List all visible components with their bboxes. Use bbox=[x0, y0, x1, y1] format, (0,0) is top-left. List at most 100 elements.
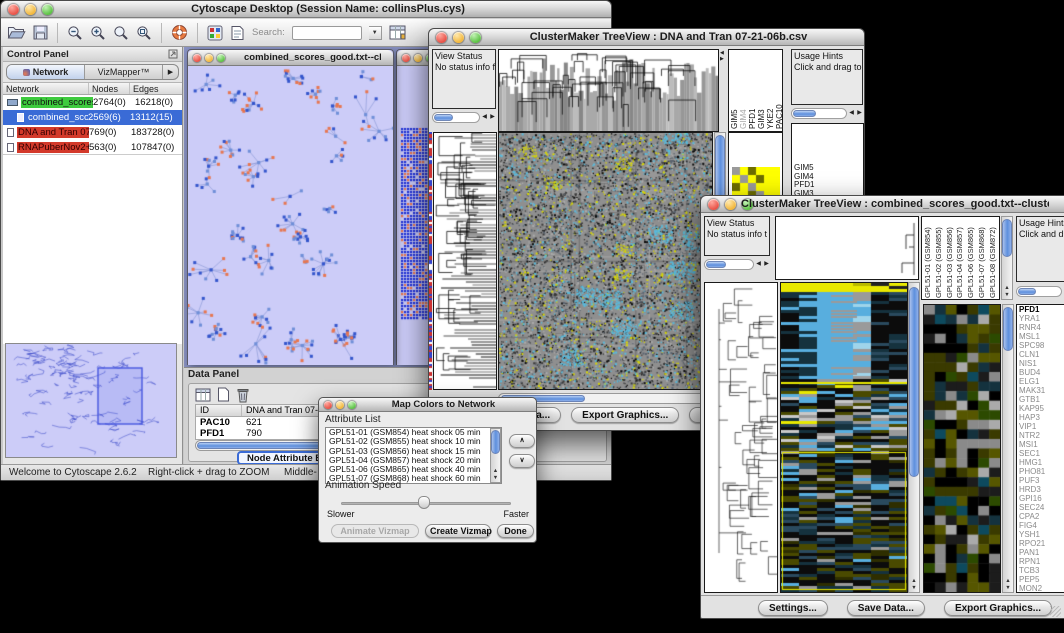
control-panel-tab[interactable]: ▶ bbox=[163, 65, 178, 79]
maximize-icon[interactable] bbox=[217, 54, 225, 62]
annotation-icon[interactable] bbox=[230, 25, 245, 41]
maximize-icon[interactable] bbox=[42, 4, 53, 15]
create-vizmap-button[interactable]: Create Vizmap bbox=[425, 524, 491, 538]
select-attributes-icon[interactable] bbox=[195, 388, 211, 402]
overview-canvas[interactable] bbox=[6, 344, 176, 457]
minimize-icon[interactable] bbox=[453, 32, 464, 43]
row-dendrogram-pane[interactable] bbox=[704, 282, 778, 593]
gene-row-label[interactable]: GTB1 bbox=[1017, 395, 1064, 404]
dialog-titlebar[interactable]: Map Colors to Network bbox=[319, 398, 536, 412]
usage-hints-scrollbar[interactable]: ◀▶ bbox=[791, 107, 863, 120]
save-icon[interactable] bbox=[33, 25, 48, 40]
gene-row-label[interactable]: HMG1 bbox=[1017, 458, 1064, 467]
gene-row-label[interactable]: NTR2 bbox=[1017, 431, 1064, 440]
control-panel-tab[interactable]: VizMapper™ bbox=[85, 65, 163, 79]
zoom-in-icon[interactable] bbox=[90, 25, 106, 41]
zoom-selected-icon[interactable] bbox=[136, 25, 152, 41]
minimize-icon[interactable] bbox=[725, 199, 736, 210]
gene-row-label[interactable]: SEC24 bbox=[1017, 503, 1064, 512]
scroll-arrows-icon[interactable]: ▲▼ bbox=[1003, 578, 1013, 591]
gene-row-label[interactable]: PHO81 bbox=[1017, 467, 1064, 476]
gene-row-label[interactable]: MSL1 bbox=[1017, 332, 1064, 341]
row-labels-vscrollbar[interactable]: ▲▼ bbox=[1002, 304, 1014, 593]
maximize-icon[interactable] bbox=[348, 401, 356, 409]
gene-column-label[interactable]: PFD1 bbox=[748, 52, 757, 129]
scroll-left-icon[interactable]: ◀ bbox=[848, 108, 855, 119]
gene-row-label[interactable]: HAP3 bbox=[1017, 413, 1064, 422]
gene-row-label[interactable]: YSH1 bbox=[1017, 530, 1064, 539]
column-dendrogram-pane[interactable] bbox=[498, 49, 719, 132]
tv2-top-dendro[interactable] bbox=[776, 217, 918, 279]
gene-row-label[interactable]: PUF3 bbox=[1017, 476, 1064, 485]
control-panel-tab[interactable]: Network bbox=[7, 65, 85, 79]
network-row[interactable]: DNA and Tran 07 769(0) 183728(0) bbox=[3, 125, 182, 140]
birdseye-overview-panel[interactable] bbox=[5, 343, 177, 458]
vizmapper-icon[interactable] bbox=[207, 25, 223, 41]
move-down-button[interactable]: ∨ bbox=[509, 454, 535, 468]
attribute-column-header[interactable]: ID bbox=[196, 405, 242, 416]
row-dendrogram-pane[interactable] bbox=[433, 132, 497, 390]
tv2-left-dendro[interactable] bbox=[705, 283, 777, 592]
gene-column-label[interactable]: PAC10 bbox=[775, 52, 783, 129]
gene-row-label[interactable]: RPO21 bbox=[1017, 539, 1064, 548]
gene-row-label[interactable]: ELG1 bbox=[1017, 377, 1064, 386]
treeview2-button[interactable]: Export Graphics... bbox=[944, 600, 1052, 616]
done-button[interactable]: Done bbox=[497, 524, 534, 538]
gene-row-label[interactable]: HRD3 bbox=[1017, 485, 1064, 494]
heatmap-pane[interactable] bbox=[498, 132, 713, 390]
close-icon[interactable] bbox=[708, 199, 719, 210]
help-lifesaver-icon[interactable] bbox=[171, 24, 188, 41]
scroll-right-icon[interactable]: ▶ bbox=[489, 112, 496, 123]
attribute-browser-icon[interactable] bbox=[389, 25, 406, 40]
gene-row-label[interactable]: CLN1 bbox=[1017, 350, 1064, 359]
view-status-scrollbar[interactable]: ◀▶ bbox=[432, 111, 496, 124]
scroll-arrows-icon[interactable]: ▲▼ bbox=[909, 578, 919, 591]
gene-row-label[interactable]: FIG4 bbox=[1017, 521, 1064, 530]
network-table-column[interactable]: Network bbox=[3, 83, 89, 94]
scroll-arrows-icon[interactable]: ▲▼ bbox=[491, 468, 500, 481]
experiment-column-label[interactable]: GPL51-08 (GSM872) bbox=[988, 218, 999, 298]
close-icon[interactable] bbox=[8, 4, 19, 15]
desktop-titlebar[interactable]: Cytoscape Desktop (Session Name: collins… bbox=[1, 1, 611, 18]
network-view-titlebar[interactable]: combined_scores_good.txt--cluste... bbox=[188, 50, 393, 66]
zoom-fit-icon[interactable] bbox=[113, 25, 129, 41]
maximize-icon[interactable] bbox=[470, 32, 481, 43]
treeview1-titlebar[interactable]: ClusterMaker TreeView : DNA and Tran 07-… bbox=[429, 29, 864, 46]
tv1-heatmap[interactable] bbox=[499, 133, 712, 389]
gene-row-label[interactable]: TCB3 bbox=[1017, 566, 1064, 575]
minimize-icon[interactable] bbox=[25, 4, 36, 15]
resize-grip[interactable] bbox=[1050, 606, 1061, 617]
gene-row-label[interactable]: VIP1 bbox=[1017, 422, 1064, 431]
animate-vizmap-button[interactable]: Animate Vizmap bbox=[331, 524, 419, 538]
column-dendrogram-pane[interactable] bbox=[775, 216, 919, 280]
gene-row-label[interactable]: PFD1 bbox=[1017, 305, 1064, 314]
experiment-column-label[interactable]: GPL51-02 (GSM855) bbox=[934, 218, 945, 298]
minimize-icon[interactable] bbox=[414, 54, 422, 62]
heatmap-vscrollbar[interactable]: ▲▼ bbox=[908, 282, 920, 593]
minimize-icon[interactable] bbox=[336, 401, 344, 409]
gene-row-label[interactable]: PEP5 bbox=[1017, 575, 1064, 584]
scroll-right-icon[interactable]: ▶ bbox=[856, 108, 863, 119]
gene-column-label[interactable]: YKE2 bbox=[766, 52, 775, 129]
close-icon[interactable] bbox=[402, 54, 410, 62]
gene-row-label[interactable]: MON2 bbox=[1017, 584, 1064, 593]
search-input[interactable] bbox=[292, 26, 362, 40]
gene-row-label[interactable]: PAN1 bbox=[1017, 548, 1064, 557]
treeview2-titlebar[interactable]: ClusterMaker TreeView : combined_scores_… bbox=[701, 196, 1064, 213]
treeview1-button[interactable]: Export Graphics... bbox=[571, 407, 679, 423]
network-row[interactable]: combined_scores 2764(0) 16218(0) bbox=[3, 95, 182, 110]
column-labels-vscrollbar[interactable]: ▲▼ bbox=[1001, 216, 1013, 300]
experiment-column-label[interactable]: GPL51-04 (GSM857) bbox=[955, 218, 966, 298]
attribute-list-vscrollbar[interactable]: ▲▼ bbox=[490, 428, 501, 483]
gene-column-label[interactable]: GIM3 bbox=[757, 52, 766, 129]
experiment-column-label[interactable]: GPL51-07 (GSM868) bbox=[977, 218, 988, 298]
treeview2-button[interactable]: Save Data... bbox=[847, 600, 925, 616]
delete-attribute-icon[interactable] bbox=[236, 387, 250, 403]
open-file-icon[interactable] bbox=[7, 25, 26, 40]
scroll-left-icon[interactable]: ◀ bbox=[755, 259, 762, 270]
gene-column-label[interactable]: GIM5 bbox=[730, 52, 739, 129]
gene-row-label[interactable]: RPN1 bbox=[1017, 557, 1064, 566]
gene-row-label[interactable]: MAK31 bbox=[1017, 386, 1064, 395]
usage-hints-scrollbar[interactable]: ◀▶ bbox=[1016, 285, 1064, 298]
gene-row-label[interactable]: KAP95 bbox=[1017, 404, 1064, 413]
